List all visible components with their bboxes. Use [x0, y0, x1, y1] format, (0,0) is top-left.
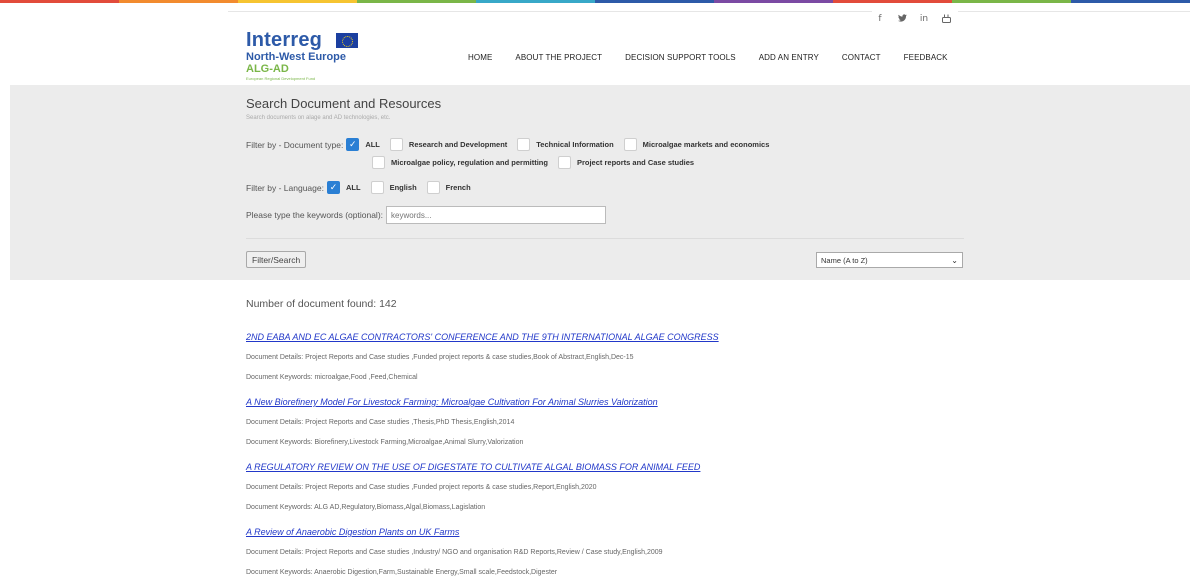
- twitter-icon[interactable]: [897, 14, 907, 26]
- results-count: Number of document found: 142: [246, 298, 397, 310]
- logo-region-text: North-West Europe: [246, 51, 347, 63]
- facebook-icon[interactable]: f: [875, 14, 885, 26]
- panel-divider: [246, 238, 964, 239]
- youtube-icon[interactable]: [941, 14, 951, 26]
- list-item: 2ND EABA AND EC ALGAE CONTRACTORS' CONFE…: [246, 330, 966, 395]
- doc-type-all-checkbox[interactable]: ✓: [346, 138, 360, 151]
- document-title-link[interactable]: 2ND EABA AND EC ALGAE CONTRACTORS' CONFE…: [246, 330, 966, 344]
- color-strip-segment: [1071, 0, 1190, 3]
- color-strip-segment: [952, 0, 1071, 3]
- sort-select[interactable]: Name (A to Z) ⌄: [816, 252, 963, 268]
- language-english-checkbox[interactable]: [370, 181, 384, 194]
- document-keywords: Document Keywords: Anaerobic Digestion,F…: [246, 569, 558, 576]
- keywords-input[interactable]: [386, 206, 607, 224]
- color-strip-segment: [0, 0, 119, 3]
- list-item: A New Biorefinery Model For Livestock Fa…: [246, 395, 966, 460]
- search-panel: Search Document and Resources Search doc…: [10, 85, 1190, 280]
- doc-type-filter-label: Filter by - Document type:: [246, 139, 344, 150]
- keywords-row: Please type the keywords (optional):: [246, 206, 607, 224]
- logo-tagline: European Regional Development Fund: [246, 76, 316, 81]
- nav-add-an-entry[interactable]: ADD AN ENTRY: [759, 53, 819, 62]
- linkedin-icon[interactable]: in: [919, 14, 929, 26]
- doc-type-reports-checkbox[interactable]: [557, 156, 571, 169]
- logo-project-text: ALG-AD: [246, 63, 289, 75]
- document-keywords: Document Keywords: Biorefinery,Livestock…: [246, 439, 524, 446]
- document-details: Document Details: Project Reports and Ca…: [246, 419, 515, 426]
- document-title-link[interactable]: A New Biorefinery Model For Livestock Fa…: [246, 395, 966, 409]
- language-english-label: English: [389, 183, 417, 192]
- doc-type-research-checkbox[interactable]: [389, 138, 403, 151]
- document-details: Document Details: Project Reports and Ca…: [246, 354, 634, 361]
- color-strip-segment: [595, 0, 714, 3]
- document-title-link[interactable]: A REGULATORY REVIEW ON THE USE OF DIGEST…: [246, 460, 966, 474]
- color-strip-segment: [238, 0, 357, 3]
- list-item: A Review of Anaerobic Digestion Plants o…: [246, 525, 966, 579]
- keywords-label: Please type the keywords (optional):: [246, 210, 384, 220]
- doc-type-reports-label: Project reports and Case studies: [576, 158, 695, 167]
- doc-type-filter-row: Filter by - Document type: ✓ ALL Researc…: [246, 138, 779, 151]
- document-details: Document Details: Project Reports and Ca…: [246, 484, 597, 491]
- results-list: Number of document found: 142 2ND EABA A…: [246, 298, 966, 579]
- header-divider: [958, 11, 1190, 12]
- language-filter-row: Filter by - Language: ✓ ALL English Fren…: [246, 181, 481, 194]
- doc-type-technical-checkbox[interactable]: [517, 138, 531, 151]
- color-strip-segment: [476, 0, 595, 3]
- nav-feedback[interactable]: FEEDBACK: [904, 53, 948, 62]
- document-details: Document Details: Project Reports and Ca…: [246, 549, 663, 556]
- nav-contact[interactable]: CONTACT: [842, 53, 881, 62]
- main-nav: HOME ABOUT THE PROJECT DECISION SUPPORT …: [468, 53, 971, 62]
- document-keywords: Document Keywords: ALG AD,Regulatory,Bio…: [246, 504, 486, 511]
- nav-decision-support-tools[interactable]: DECISION SUPPORT TOOLS: [625, 53, 736, 62]
- page-subtitle: Search documents on alage and AD technol…: [246, 115, 391, 121]
- color-strip-segment: [119, 0, 238, 3]
- color-strip-segment: [357, 0, 476, 3]
- doc-type-markets-label: Microalgae markets and economics: [642, 140, 770, 149]
- doc-type-all-label: ALL: [365, 140, 380, 149]
- doc-type-technical-label: Technical Information: [536, 140, 614, 149]
- brand-color-strip: [0, 0, 1190, 3]
- social-links: f in: [875, 14, 951, 26]
- interreg-logo[interactable]: Interreg North-West Europe ALG-AD Europe…: [246, 30, 366, 90]
- color-strip-segment: [714, 0, 833, 3]
- eu-flag-icon: [336, 33, 358, 48]
- page-title: Search Document and Resources: [246, 96, 442, 111]
- header-divider: [228, 11, 872, 12]
- language-french-checkbox[interactable]: [426, 181, 440, 194]
- language-all-label: ALL: [345, 183, 361, 192]
- sort-select-value: Name (A to Z): [821, 255, 868, 265]
- language-french-label: French: [445, 183, 471, 192]
- document-title-link[interactable]: A Review of Anaerobic Digestion Plants o…: [246, 525, 966, 539]
- doc-type-policy-checkbox[interactable]: [372, 156, 385, 169]
- nav-home[interactable]: HOME: [468, 53, 492, 62]
- doc-type-filter-row-2: Microalgae policy, regulation and permit…: [372, 156, 704, 169]
- color-strip-segment: [833, 0, 952, 3]
- language-filter-label: Filter by - Language:: [246, 182, 324, 193]
- document-keywords: Document Keywords: microalgae,Food ,Feed…: [246, 374, 418, 381]
- nav-about-the-project[interactable]: ABOUT THE PROJECT: [515, 53, 602, 62]
- list-item: A REGULATORY REVIEW ON THE USE OF DIGEST…: [246, 460, 966, 525]
- chevron-down-icon: ⌄: [951, 255, 958, 265]
- filter-search-button[interactable]: Filter/Search: [246, 251, 307, 268]
- language-all-checkbox[interactable]: ✓: [326, 181, 340, 194]
- doc-type-research-label: Research and Development: [408, 140, 508, 149]
- doc-type-policy-label: Microalgae policy, regulation and permit…: [391, 158, 548, 167]
- doc-type-markets-checkbox[interactable]: [623, 138, 637, 151]
